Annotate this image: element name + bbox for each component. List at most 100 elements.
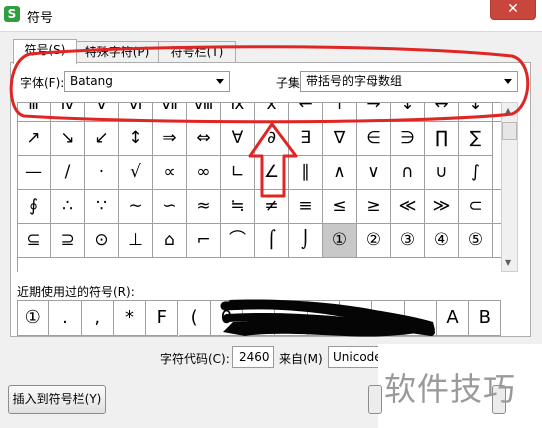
tab-symbol[interactable]: 符号(S) [13,39,77,64]
symbol-cell[interactable]: ≫ [425,190,459,224]
symbol-cell[interactable]: ⅷ [187,103,221,122]
symbol-cell[interactable]: ∃ [289,122,323,156]
symbol-cell[interactable]: ↙ [85,122,119,156]
symbol-cell[interactable]: ↗ [18,122,51,156]
symbol-cell[interactable]: ← [289,103,323,122]
symbol-cell[interactable]: ① [323,224,357,258]
symbol-cell[interactable]: / [51,156,85,190]
symbol-cell[interactable]: ∏ [425,122,459,156]
hidden-button-edge-left[interactable] [368,385,382,414]
recent-symbol-cell[interactable]: . [49,301,82,336]
symbol-cell[interactable]: ⅹ [255,103,289,122]
symbol-cell[interactable]: — [18,156,51,190]
scrollbar-thumb[interactable] [502,122,517,140]
symbol-cell[interactable]: ∫ [459,156,493,190]
symbol-cell[interactable]: ∩ [391,156,425,190]
symbol-cell[interactable]: ⊂ [459,190,493,224]
symbol-cell[interactable]: · [85,156,119,190]
symbol-cell[interactable]: ↖ [493,103,501,122]
symbol-cell[interactable]: ∈ [357,122,391,156]
symbol-cell[interactable]: ③ [391,224,425,258]
subset-select[interactable]: 带括号的字母数组 [300,71,518,92]
symbol-cell[interactable]: ⅳ [51,103,85,122]
symbol-cell[interactable]: ∝ [153,156,187,190]
char-code-label: 字符代码(C): [160,352,230,366]
symbol-cell[interactable]: ⌠ [255,224,289,258]
symbol-cell[interactable]: ∟ [221,156,255,190]
symbol-cell[interactable]: √ [119,156,153,190]
app-logo-icon: S [4,6,20,22]
symbol-cell[interactable]: ∞ [187,156,221,190]
symbol-cell[interactable]: ∀ [221,122,255,156]
symbol-cell[interactable]: ② [357,224,391,258]
scroll-down-icon[interactable]: ▼ [505,258,511,267]
symbol-cell[interactable]: ⊥ [119,224,153,258]
symbol-cell[interactable]: ∵ [85,190,119,224]
symbol-cell[interactable]: ↕ [119,122,153,156]
symbol-cell[interactable]: ↔ [425,103,459,122]
symbol-cell[interactable]: ⅲ [18,103,51,122]
symbol-cell[interactable]: ∑ [459,122,493,156]
symbol-cell[interactable]: ≡ [289,190,323,224]
symbol-cell[interactable]: ④ [425,224,459,258]
symbol-cell[interactable]: ⌐ [187,224,221,258]
symbol-cell[interactable]: ∮ [18,190,51,224]
symbol-cell[interactable]: ⑤ [459,224,493,258]
symbol-cell[interactable]: ∴ [51,190,85,224]
symbol-cell[interactable]: ⌡ [289,224,323,258]
symbol-cell[interactable]: ≒ [221,190,255,224]
symbol-cell[interactable]: ⅸ [221,103,255,122]
symbol-cell[interactable]: → [357,103,391,122]
symbol-cell[interactable]: ≠ [255,190,289,224]
symbol-cell[interactable]: ∂ [255,122,289,156]
symbol-cell[interactable]: ⊇ [51,224,85,258]
recent-symbol-cell[interactable]: * [113,301,147,336]
symbol-cell[interactable]: ↓ [391,103,425,122]
recent-symbol-cell[interactable]: ( [178,301,211,336]
symbol-cell[interactable]: ⑥ [493,224,501,258]
recent-symbol-cell[interactable]: , [81,301,114,336]
symbol-cell[interactable]: ∇ [323,122,357,156]
symbol-cell[interactable]: ⌂ [153,224,187,258]
symbol-cell[interactable]: ∽ [153,190,187,224]
scroll-up-icon[interactable]: ▲ [505,106,511,115]
chevron-down-icon [216,79,224,84]
recent-symbol-cell[interactable]: F [146,301,179,336]
symbol-cell[interactable]: ∠ [255,156,289,190]
symbol-cell[interactable]: ⅴ [85,103,119,122]
from-label: 来自(M) [279,352,323,366]
symbol-grid: ⅲⅳⅴⅵⅶⅷⅸⅹ←↑→↓↔↕↖↗↘↙↕⇒⇔∀∂∃∇∈∋∏∑—/·√∝∞∟∠∥∧∨… [17,102,501,272]
close-button[interactable]: ✕ [490,0,536,20]
tab-special-characters[interactable]: 特殊字符(P) [74,41,160,63]
symbol-cell[interactable]: ↘ [51,122,85,156]
symbol-cell[interactable]: ⅵ [119,103,153,122]
recent-symbol-cell[interactable]: B [469,301,502,336]
char-code-input[interactable]: 2460 [232,346,274,368]
symbol-cell[interactable]: ↑ [323,103,357,122]
redaction-scribble [220,299,435,337]
tab-symbol-bar[interactable]: 符号栏(T) [158,41,236,63]
symbol-cell[interactable]: ∋ [391,122,425,156]
symbol-cell[interactable]: ∧ [323,156,357,190]
symbol-cell[interactable]: ≈ [187,190,221,224]
symbol-cell[interactable]: ⊃ [493,190,501,224]
font-select[interactable]: Batang [64,71,230,92]
symbol-cell[interactable]: ≥ [357,190,391,224]
recent-symbol-cell[interactable]: A [436,301,470,336]
symbol-cell[interactable]: ∨ [357,156,391,190]
symbol-cell[interactable]: ⇒ [153,122,187,156]
symbol-cell[interactable]: ⇔ [187,122,221,156]
symbol-cell[interactable]: ⊆ [18,224,51,258]
symbol-cell[interactable]: ∬ [493,156,501,190]
symbol-cell[interactable]: ⊙ [85,224,119,258]
symbol-cell[interactable]: ≤ [323,190,357,224]
symbol-cell[interactable]: ⅶ [153,103,187,122]
symbol-cell[interactable]: ∥ [289,156,323,190]
symbol-cell[interactable]: ∼ [119,190,153,224]
symbol-cell[interactable]: ⌒ [221,224,255,258]
symbol-cell[interactable]: ↕ [459,103,493,122]
symbol-cell[interactable]: ≪ [391,190,425,224]
recent-symbol-cell[interactable]: ① [17,301,50,336]
symbol-cell[interactable]: ∪ [425,156,459,190]
insert-to-symbol-bar-button[interactable]: 插入到符号栏(Y) [8,385,106,414]
